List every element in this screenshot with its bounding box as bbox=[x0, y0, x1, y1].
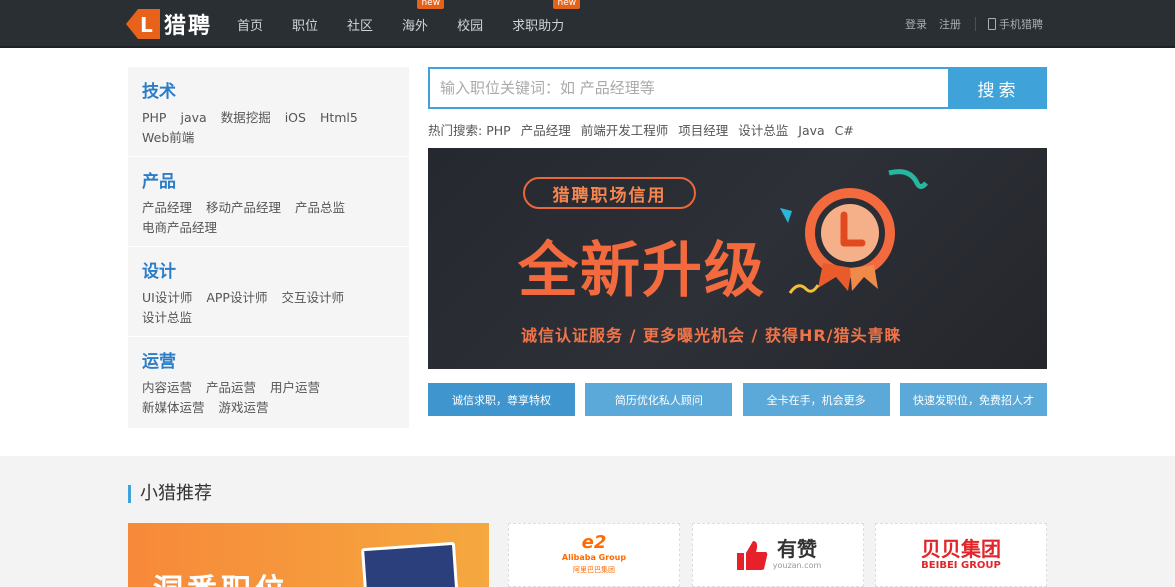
section-title: 小猎推荐 bbox=[128, 485, 212, 503]
nav-campus[interactable]: 校园 bbox=[457, 15, 483, 34]
category-links: 内容运营 产品运营 用户运营新媒体运营 游戏运营 bbox=[142, 378, 395, 418]
category-link[interactable]: 电商产品经理 bbox=[142, 220, 217, 235]
youzan-logo: 有赞 youzan.com bbox=[735, 537, 822, 572]
category-link[interactable]: UI设计师 bbox=[142, 290, 192, 305]
new-badge: new bbox=[553, 0, 581, 9]
tile-card-opportunities[interactable]: 全卡在手，机会更多 bbox=[742, 383, 890, 416]
nav-overseas[interactable]: 海外 new bbox=[402, 0, 445, 34]
nav-jobs-label: 职位 bbox=[292, 18, 319, 34]
category-link[interactable]: 移动产品经理 bbox=[206, 200, 281, 215]
company-alibaba[interactable]: e2 Alibaba Group 阿里巴巴集团 bbox=[508, 523, 680, 587]
tile-resume-advisor[interactable]: 简历优化私人顾问 bbox=[585, 383, 733, 416]
thumbs-up-icon bbox=[736, 541, 768, 570]
category-link[interactable]: 新媒体运营 bbox=[142, 400, 205, 415]
liepin-logo[interactable]: L 猎聘 bbox=[126, 8, 212, 40]
register-link[interactable]: 注册 bbox=[939, 16, 961, 32]
category-design: 设计 UI设计师 APP设计师 交互设计师设计总监 bbox=[128, 247, 409, 337]
login-link[interactable]: 登录 bbox=[905, 16, 927, 32]
category-links: PHP java 数据挖掘 iOS Html5 Web前端 bbox=[142, 108, 395, 148]
hot-search-link[interactable]: C# bbox=[835, 123, 854, 138]
category-title[interactable]: 技术 bbox=[142, 77, 395, 102]
phone-icon bbox=[988, 18, 996, 30]
hot-search-link[interactable]: Java bbox=[798, 123, 824, 138]
category-link[interactable]: APP设计师 bbox=[206, 290, 267, 305]
category-tech: 技术 PHP java 数据挖掘 iOS Html5 Web前端 bbox=[128, 67, 409, 157]
main-nav: 首页 职位 社区 海外 new 校园 求职助力 new bbox=[237, 0, 593, 48]
new-badge: new bbox=[417, 0, 445, 9]
banner-subline: 诚信认证服务 / 更多曝光机会 / 获得HR/猎头青睐 bbox=[521, 326, 902, 345]
category-link[interactable]: 内容运营 bbox=[142, 380, 192, 395]
laptop-illustration bbox=[361, 541, 459, 587]
nav-community[interactable]: 社区 bbox=[347, 15, 373, 34]
divider bbox=[975, 17, 976, 31]
category-link[interactable]: 交互设计师 bbox=[281, 290, 344, 305]
nav-home[interactable]: 首页 bbox=[237, 15, 263, 34]
recommend-banner[interactable]: 洞悉职位 bbox=[128, 523, 489, 587]
tile-credit-job-seeking[interactable]: 诚信求职，尊享特权 bbox=[428, 383, 575, 416]
promo-banner[interactable]: 猎聘职场信用 全新升级 诚信认证服务 / 更多曝光机会 / 获得HR/猎头青睐 bbox=[428, 148, 1047, 369]
nav-job-assist-label: 求职助力 bbox=[512, 18, 565, 34]
nav-jobs[interactable]: 职位 bbox=[292, 15, 318, 34]
logo-text: 猎聘 bbox=[164, 14, 213, 39]
category-title[interactable]: 设计 bbox=[142, 257, 395, 282]
hot-search-link[interactable]: 设计总监 bbox=[738, 123, 788, 138]
mobile-app-label: 手机猎聘 bbox=[999, 18, 1043, 31]
company-beibei[interactable]: 贝贝集团 BEIBEI GROUP bbox=[875, 523, 1047, 587]
category-link[interactable]: Html5 bbox=[320, 110, 358, 125]
svg-text:L: L bbox=[140, 13, 153, 37]
category-link[interactable]: 游戏运营 bbox=[219, 400, 269, 415]
search-input[interactable] bbox=[430, 69, 948, 107]
company-name: 贝贝集团 bbox=[921, 537, 1001, 561]
top-navbar: L 猎聘 首页 职位 社区 海外 new 校园 求职助力 new 登录 注册 手机猎… bbox=[0, 0, 1175, 48]
tile-post-job-free[interactable]: 快速发职位，免费招人才 bbox=[899, 383, 1047, 416]
category-link[interactable]: 产品总监 bbox=[295, 200, 345, 215]
account-links: 登录 注册 手机猎聘 bbox=[893, 0, 1043, 48]
company-name: 有赞 bbox=[777, 537, 817, 561]
nav-home-label: 首页 bbox=[237, 18, 264, 34]
search-box bbox=[428, 67, 950, 109]
mobile-app-link[interactable]: 手机猎聘 bbox=[988, 16, 1043, 32]
banner-pill: 猎聘职场信用 bbox=[523, 177, 696, 209]
category-link[interactable]: PHP bbox=[142, 110, 166, 125]
service-tiles: 诚信求职，尊享特权 简历优化私人顾问 全卡在手，机会更多 快速发职位，免费招人才 bbox=[428, 383, 1047, 416]
hot-search-link[interactable]: 项目经理 bbox=[678, 123, 728, 138]
category-link[interactable]: 产品运营 bbox=[206, 380, 256, 395]
category-product: 产品 产品经理 移动产品经理 产品总监电商产品经理 bbox=[128, 157, 409, 247]
job-category-panel: 技术 PHP java 数据挖掘 iOS Html5 Web前端 产品 产品经理 移动产品经… bbox=[128, 67, 409, 428]
hot-searches-label: 热门搜索: bbox=[428, 123, 483, 138]
search-button[interactable]: 搜索 bbox=[950, 67, 1047, 109]
company-sub: youzan.com bbox=[772, 561, 822, 570]
company-sub: 阿里巴巴集团 bbox=[572, 566, 615, 574]
category-link[interactable]: java bbox=[180, 110, 206, 125]
hot-search-link[interactable]: PHP bbox=[486, 123, 510, 138]
hot-search-link[interactable]: 前端开发工程师 bbox=[581, 123, 669, 138]
nav-campus-label: 校园 bbox=[457, 18, 484, 34]
hot-search-link[interactable]: 产品经理 bbox=[521, 123, 571, 138]
alibaba-logo: e2 Alibaba Group 阿里巴巴集团 bbox=[561, 532, 627, 575]
category-link[interactable]: 用户运营 bbox=[270, 380, 320, 395]
category-operations: 运营 内容运营 产品运营 用户运营新媒体运营 游戏运营 bbox=[128, 337, 409, 427]
category-links: 产品经理 移动产品经理 产品总监电商产品经理 bbox=[142, 198, 395, 238]
recommend-banner-text: 洞悉职位 bbox=[153, 565, 289, 587]
nav-community-label: 社区 bbox=[347, 18, 374, 34]
credit-badge-icon bbox=[780, 169, 928, 294]
category-title[interactable]: 运营 bbox=[142, 347, 395, 372]
category-link[interactable]: iOS bbox=[285, 110, 306, 125]
company-sub: BEIBEI GROUP bbox=[921, 560, 1001, 571]
beibei-logo: 贝贝集团 BEIBEI GROUP bbox=[921, 538, 1001, 572]
banner-headline: 全新升级 bbox=[518, 236, 766, 306]
company-youzan[interactable]: 有赞 youzan.com bbox=[692, 523, 864, 587]
recommend-section: 小猎推荐 洞悉职位 e2 Alibaba Group 阿里巴巴集团 有赞 you… bbox=[0, 456, 1175, 587]
category-link[interactable]: 数据挖掘 bbox=[221, 110, 271, 125]
hot-searches: 热门搜索: PHP 产品经理 前端开发工程师 项目经理 设计总监 Java C# bbox=[428, 120, 854, 139]
liepin-logo-icon: L bbox=[126, 9, 160, 39]
company-name: Alibaba Group bbox=[561, 553, 627, 562]
category-title[interactable]: 产品 bbox=[142, 167, 395, 192]
nav-overseas-label: 海外 bbox=[402, 18, 429, 34]
nav-job-assist[interactable]: 求职助力 new bbox=[512, 0, 581, 34]
category-link[interactable]: Web前端 bbox=[142, 130, 194, 145]
category-link[interactable]: 产品经理 bbox=[142, 200, 192, 215]
category-link[interactable]: 设计总监 bbox=[142, 310, 192, 325]
category-links: UI设计师 APP设计师 交互设计师设计总监 bbox=[142, 288, 395, 328]
